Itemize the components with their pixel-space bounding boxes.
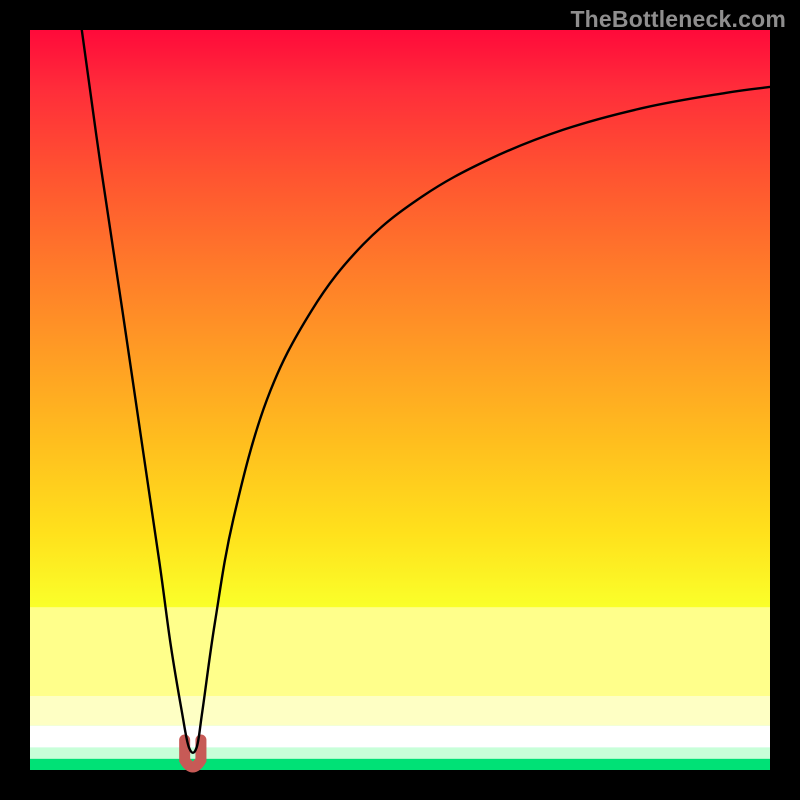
yellow-band: [30, 607, 770, 696]
mint-band: [30, 748, 770, 759]
watermark-text: TheBottleneck.com: [570, 6, 786, 33]
gradient-bands: [30, 607, 770, 770]
curve-layer: [30, 30, 770, 770]
green-band: [30, 759, 770, 770]
pale-yellow-band: [30, 696, 770, 726]
white-band: [30, 726, 770, 748]
